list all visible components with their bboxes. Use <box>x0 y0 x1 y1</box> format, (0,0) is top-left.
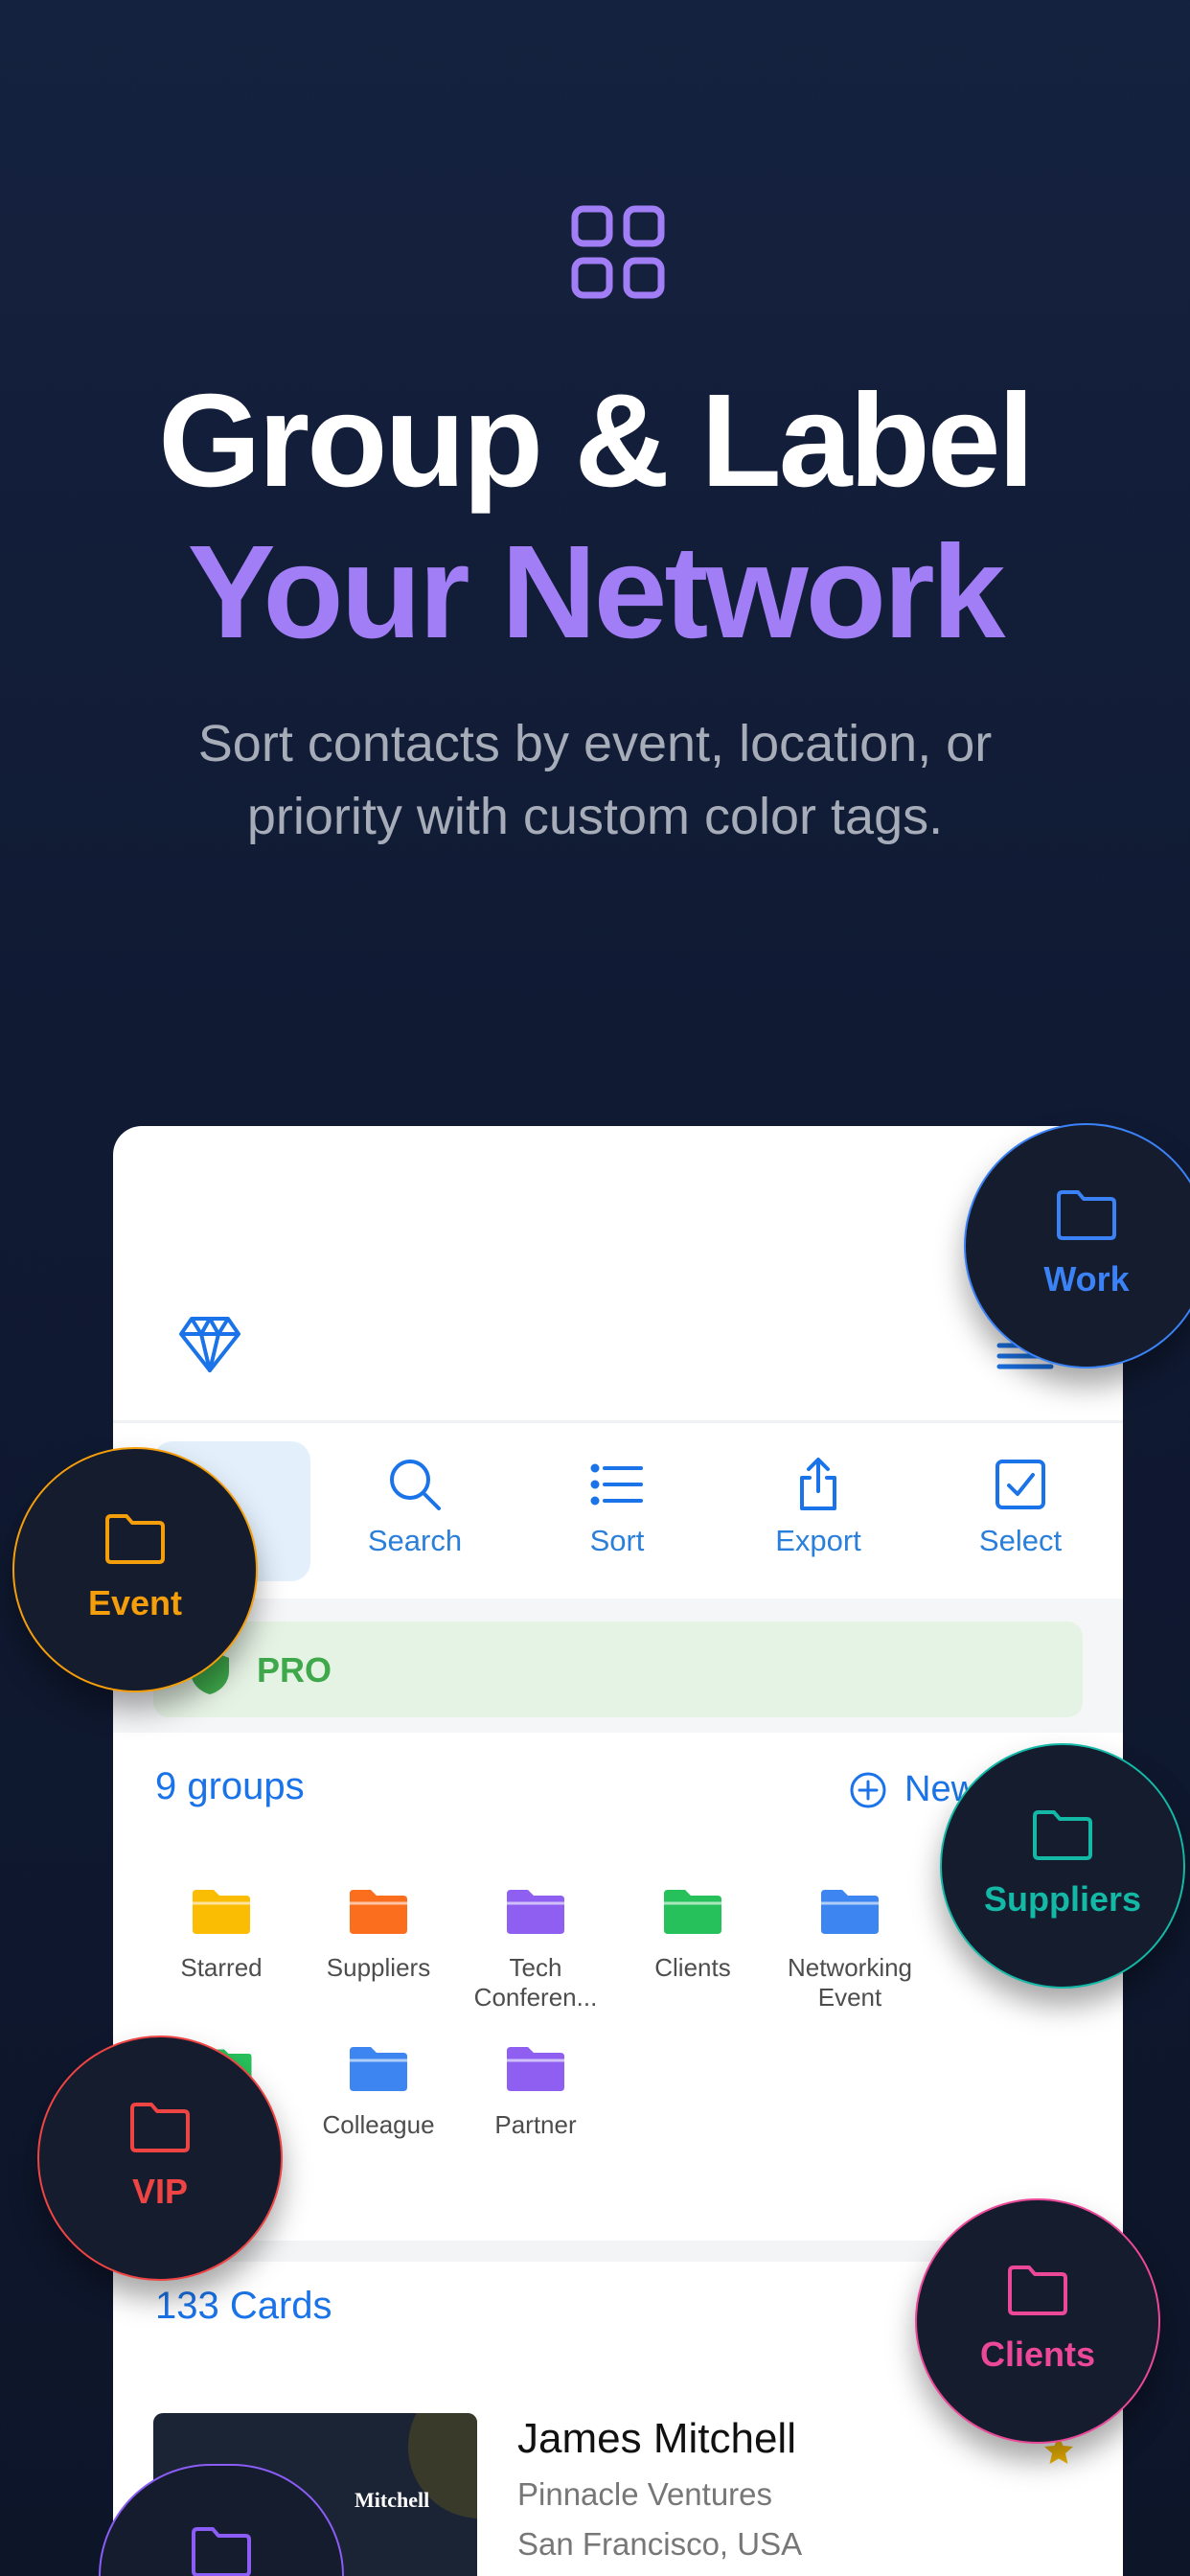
folder-icon <box>1057 1190 1116 1240</box>
tag-bubble-event[interactable]: Event <box>12 1447 258 1692</box>
headline-line-2: Your Network <box>187 518 1006 666</box>
folder-icon <box>350 1890 407 1934</box>
tag-bubble-clients[interactable]: Clients <box>915 2198 1160 2444</box>
headline-line-1: Group & Label <box>158 367 1035 515</box>
toolbar-export[interactable]: Export <box>732 1457 904 1558</box>
tag-bubble-suppliers[interactable]: Suppliers <box>940 1743 1185 1989</box>
cards-count: 133 Cards <box>155 2285 332 2327</box>
group-item-networking-event[interactable]: Networking Event <box>771 1886 928 2012</box>
folder-icon <box>192 2527 251 2576</box>
group-item-tech-conference[interactable]: Tech Conferen... <box>457 1886 614 2012</box>
group-item-starred[interactable]: Starred <box>143 1886 300 1983</box>
group-label: Partner <box>494 2110 577 2139</box>
folder-icon <box>193 1890 250 1934</box>
card-name-text: Mitchell <box>355 2488 430 2512</box>
group-item-suppliers[interactable]: Suppliers <box>300 1886 457 1983</box>
folder-icon <box>1008 2266 1067 2315</box>
pro-label: PRO <box>257 1650 332 1690</box>
group-item-clients[interactable]: Clients <box>614 1886 771 1983</box>
contact-company: Pinnacle Ventures <box>517 2476 773 2512</box>
toolbar-export-label: Export <box>775 1524 861 1557</box>
toolbar-search[interactable]: Search <box>329 1457 501 1558</box>
search-icon <box>390 1460 441 1510</box>
tag-label: Event <box>87 1583 183 1622</box>
group-item-colleague[interactable]: Colleague <box>300 2043 457 2140</box>
grid-icon <box>571 205 665 299</box>
subtitle-line-2: priority with custom color tags. <box>246 788 944 845</box>
group-label: Colleague <box>322 2110 435 2139</box>
group-label: Networking Event <box>787 1953 913 2012</box>
tag-label: VIP <box>131 2172 189 2211</box>
subtitle-line-1: Sort contacts by event, location, or <box>197 715 993 772</box>
folder-icon <box>130 2103 190 2152</box>
header-divider <box>113 1420 1123 1423</box>
contact-name[interactable]: James Mitchell <box>517 2415 796 2463</box>
folder-icon <box>821 1890 879 1934</box>
group-label: Starred <box>180 1953 263 1982</box>
folder-icon <box>1033 1810 1092 1860</box>
toolbar-select-label: Select <box>978 1524 1063 1557</box>
diamond-icon[interactable] <box>178 1315 241 1374</box>
toolbar-select[interactable]: Select <box>934 1457 1107 1558</box>
folder-icon <box>105 1514 165 1564</box>
tag-label: Clients <box>979 2334 1096 2374</box>
group-item-partner[interactable]: Partner <box>457 2043 614 2140</box>
folder-icon <box>507 2047 564 2091</box>
folder-icon <box>664 1890 721 1934</box>
folder-icon <box>350 2047 407 2091</box>
toolbar-sort[interactable]: Sort <box>531 1457 703 1558</box>
group-label: Clients <box>654 1953 731 1982</box>
folder-icon <box>507 1890 564 1934</box>
checkbox-icon <box>995 1460 1045 1509</box>
subtitle: Sort contacts by event, location, or pri… <box>0 707 1190 853</box>
tag-label: Suppliers <box>983 1879 1142 1919</box>
groups-count: 9 groups <box>155 1765 305 1807</box>
share-icon <box>800 1458 836 1510</box>
tag-bubble-vip[interactable]: VIP <box>37 2036 283 2281</box>
list-icon <box>590 1463 643 1506</box>
group-label: Tech Conferen... <box>473 1953 598 2012</box>
tag-label: Work <box>1043 1259 1130 1299</box>
contact-location: San Francisco, USA <box>517 2526 803 2562</box>
toolbar-search-label: Search <box>367 1524 463 1557</box>
group-label: Suppliers <box>326 1953 431 1982</box>
toolbar-sort-label: Sort <box>589 1524 645 1557</box>
plus-circle-icon[interactable] <box>849 1771 887 1809</box>
